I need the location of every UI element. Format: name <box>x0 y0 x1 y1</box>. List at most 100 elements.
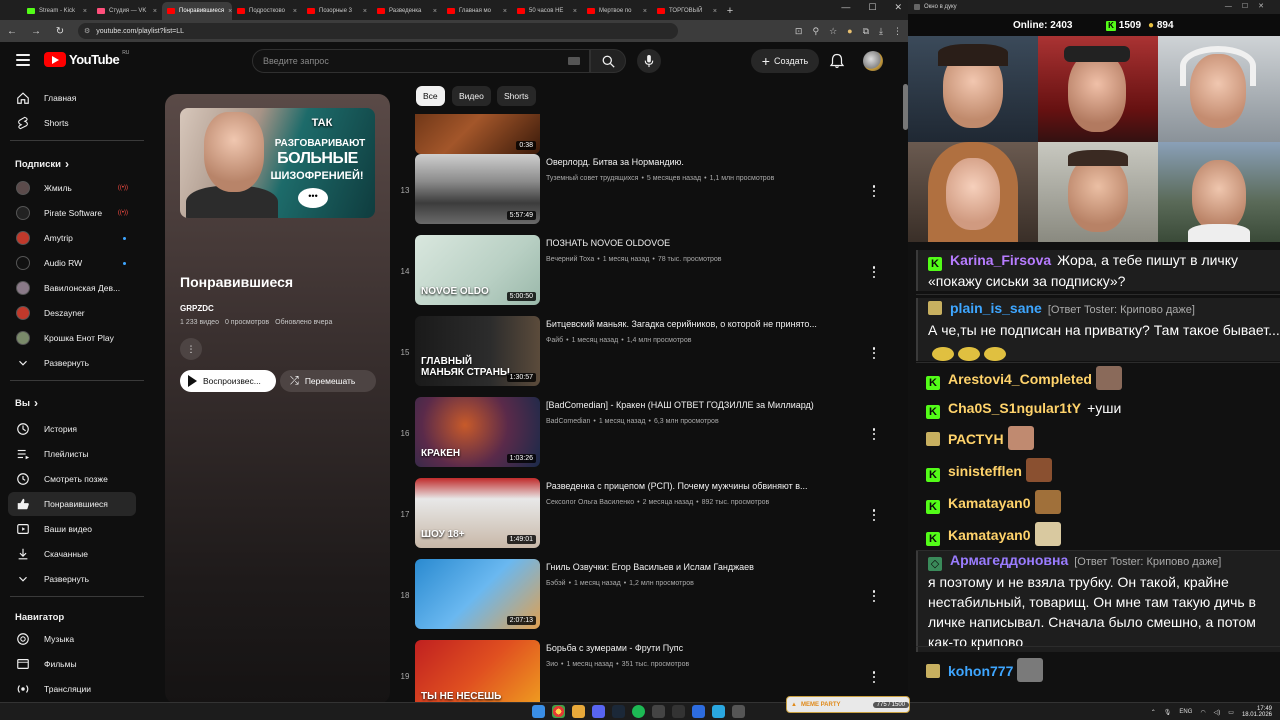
sidebar-subscription[interactable]: Audio RW <box>8 251 136 275</box>
video-menu-icon[interactable] <box>870 509 878 521</box>
video-channel[interactable]: Бэбэй <box>546 580 566 587</box>
chat-username[interactable]: РАСТYН <box>948 431 1004 447</box>
profile-icon[interactable]: ● <box>847 26 852 37</box>
video-menu-icon[interactable] <box>870 590 878 602</box>
extensions-icon[interactable]: ⧉ <box>863 26 869 37</box>
shuffle-button[interactable]: ⤮ Перемешать <box>280 370 376 392</box>
tray-chevron-icon[interactable]: ⌃ <box>1151 709 1156 716</box>
browser-tab[interactable]: Подростково × <box>232 2 302 20</box>
file-explorer-icon[interactable] <box>572 705 585 718</box>
chip-shorts[interactable]: Shorts <box>497 86 536 106</box>
video-menu-icon[interactable] <box>870 671 878 683</box>
video-channel[interactable]: Файб <box>546 337 563 344</box>
search-input[interactable]: Введите запрос <box>252 49 590 73</box>
chat-username[interactable]: sinistefflen <box>948 463 1022 479</box>
video-thumbnail[interactable]: ТЫ НЕ НЕСЕШЬ <box>415 640 540 702</box>
app-icon[interactable] <box>692 705 705 718</box>
chat-username[interactable]: Cha0S_S1ngular1tY <box>948 400 1081 416</box>
reload-icon[interactable]: ↻ <box>54 26 66 37</box>
create-button[interactable]: + Создать <box>751 49 819 73</box>
video-title[interactable]: ПОЗНАТЬ NOVOE OLDOVOE <box>546 238 866 248</box>
spotify-icon[interactable] <box>632 705 645 718</box>
mic-tray-icon[interactable]: 🎙 <box>1164 709 1172 716</box>
video-title[interactable]: Борьба с зумерами - Фрути Пупс <box>546 643 866 653</box>
video-thumbnail[interactable]: 5:57:49 <box>415 154 540 224</box>
video-thumbnail[interactable]: 2:07:13 <box>415 559 540 629</box>
browser-tab[interactable]: Позорные 3 × <box>302 2 372 20</box>
url-field[interactable]: ⚙ youtube.com/playlist?list=LL <box>78 23 678 39</box>
sidebar-subscription[interactable]: Жмиль ((•)) <box>8 176 136 200</box>
video-title[interactable]: Разведенка с прицепом (РСП). Почему мужч… <box>546 481 866 491</box>
notifications-bell-icon[interactable] <box>829 53 845 69</box>
play-all-button[interactable]: Воспроизвес... <box>180 370 276 392</box>
video-channel[interactable]: Зио <box>546 661 558 668</box>
video-channel[interactable]: Сексолог Ольга Василенко <box>546 499 634 506</box>
chip-all[interactable]: Все <box>416 86 445 106</box>
playlist-video-row[interactable]: 13 5:57:49 Оверлорд. Битва за Нормандию. Ту… <box>396 154 896 234</box>
account-avatar[interactable] <box>863 51 883 71</box>
sidebar-item-music[interactable]: Музыка <box>8 627 136 651</box>
playlist-video-row[interactable]: 19 ТЫ НЕ НЕСЕШЬ Борьба с зумерами - Фрути … <box>396 640 896 702</box>
new-tab-button[interactable]: + <box>722 2 738 20</box>
video-thumbnail[interactable]: 0:38 <box>415 114 540 154</box>
tab-close-icon[interactable]: × <box>573 8 577 15</box>
sidebar-item-history[interactable]: История <box>8 417 136 441</box>
tab-close-icon[interactable]: × <box>293 8 297 15</box>
language-indicator[interactable]: ENG <box>1179 709 1192 715</box>
chrome-icon[interactable] <box>552 705 565 718</box>
voice-search-button[interactable] <box>637 49 661 73</box>
video-title[interactable]: Битцевский маньяк. Загадка серийников, о… <box>546 319 866 329</box>
install-icon[interactable]: ⊡ <box>795 26 803 37</box>
video-thumbnail[interactable]: ШОУ 18+ 1:49:01 <box>415 478 540 548</box>
sidebar-item-watch-later[interactable]: Смотреть позже <box>8 467 136 491</box>
video-menu-icon[interactable] <box>870 185 878 197</box>
sidebar-item-movies[interactable]: Фильмы <box>8 652 136 676</box>
wifi-icon[interactable]: ◠ <box>1200 709 1205 716</box>
browser-tab[interactable]: ТОРГОВЫЙ × <box>652 2 722 20</box>
playlist-owner[interactable]: GRPZDC <box>180 304 214 313</box>
chat-username[interactable]: Arestovi4_Completed <box>948 371 1092 387</box>
telegram-icon[interactable] <box>712 705 725 718</box>
sidebar-item-shorts[interactable]: Shorts <box>8 111 136 135</box>
video-channel[interactable]: Туземный совет трудящихся <box>546 175 638 182</box>
chat-username[interactable]: kohon777 <box>948 663 1013 679</box>
menu-icon[interactable]: ⋮ <box>893 26 902 37</box>
browser-tab[interactable]: 50 часов НЕ × <box>512 2 582 20</box>
site-info-icon[interactable]: ⚙ <box>84 27 90 35</box>
tab-close-icon[interactable]: × <box>433 8 437 15</box>
sidebar-subscription[interactable]: Deszayner <box>8 301 136 325</box>
search-button[interactable] <box>590 49 626 73</box>
volume-icon[interactable]: ◁) <box>1214 709 1221 716</box>
chat-username[interactable]: Kamatayan0 <box>948 495 1031 511</box>
sidebar-subscriptions-header[interactable]: Подписки › <box>15 157 69 171</box>
sidebar-subscription[interactable]: Pirate Software ((•)) <box>8 201 136 225</box>
app-icon[interactable] <box>672 705 685 718</box>
discord-icon[interactable] <box>592 705 605 718</box>
browser-tab[interactable]: Студия — VK × <box>92 2 162 20</box>
sidebar-subscription[interactable]: Amytrip <box>8 226 136 250</box>
tab-close-icon[interactable]: × <box>83 8 87 15</box>
hamburger-menu-icon[interactable] <box>16 54 30 66</box>
playlist-video-row[interactable]: 16 КРАКЕН 1:03:26 [BadComedian] - Кракен (Н… <box>396 397 896 477</box>
keyboard-icon[interactable] <box>568 57 580 65</box>
tab-close-icon[interactable]: × <box>713 8 717 15</box>
more-actions-icon[interactable]: ⋮ <box>180 338 202 360</box>
sidebar-item-like[interactable]: Понравившиеся <box>8 492 136 516</box>
sidebar-item-your-videos[interactable]: Ваши видео <box>8 517 136 541</box>
browser-tab[interactable]: Главная мо × <box>442 2 512 20</box>
youtube-logo[interactable]: YouTube RU <box>44 50 129 67</box>
downloads-icon[interactable]: ⤓ <box>879 26 883 37</box>
playlist-video-row[interactable]: 18 2:07:13 Гниль Озвучки: Егор Васильев и … <box>396 559 896 639</box>
sidebar-subscription[interactable]: Вавилонская Дев... <box>8 276 136 300</box>
steam-icon[interactable] <box>612 705 625 718</box>
sidebar-expand-you[interactable]: Развернуть <box>8 567 136 591</box>
playlist-video-row[interactable]: 14 NOVOE OLDO 5:00:50 ПОЗНАТЬ NOVOE OLDOVOE… <box>396 235 896 315</box>
chat-username[interactable]: Kamatayan0 <box>948 527 1031 543</box>
video-title[interactable]: Гниль Озвучки: Егор Васильев и Ислам Ган… <box>546 562 866 572</box>
video-menu-icon[interactable] <box>870 428 878 440</box>
tab-close-icon[interactable]: × <box>503 8 507 15</box>
video-channel[interactable]: BadComedian <box>546 418 590 425</box>
maximize-icon[interactable]: ☐ <box>868 2 876 13</box>
back-icon[interactable]: ← <box>6 26 18 37</box>
playlist-video-row[interactable]: 15 ГЛАВНЫЙ МАНЬЯК СТРАНЫ 1:30:57 Битцевский… <box>396 316 896 396</box>
